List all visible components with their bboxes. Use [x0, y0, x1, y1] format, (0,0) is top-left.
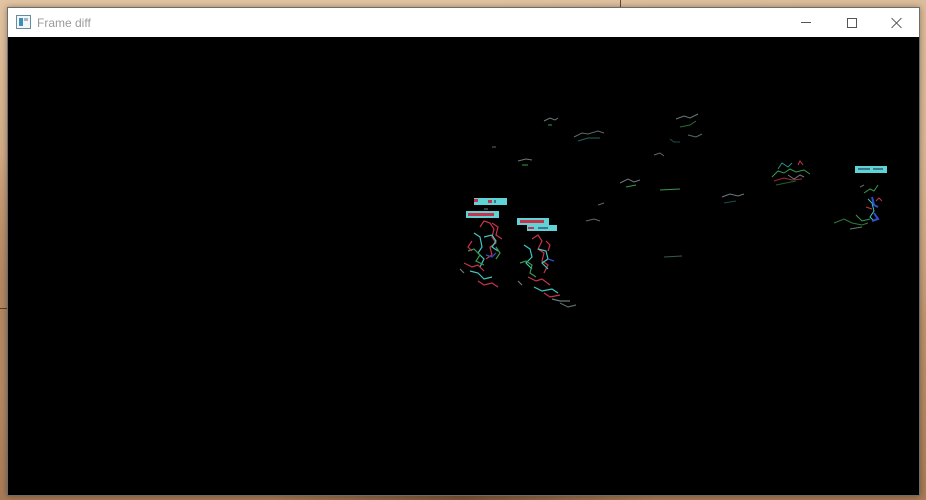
- window-title: Frame diff: [37, 16, 91, 30]
- maximize-icon: [847, 17, 857, 28]
- frame-diff-window: Frame diff: [7, 7, 920, 496]
- diff-cluster-top-right: [771, 160, 811, 186]
- diff-image: [459, 113, 887, 308]
- minimize-icon: [801, 22, 811, 23]
- diff-character-middle: [517, 218, 577, 308]
- close-button[interactable]: [874, 8, 920, 37]
- title-bar[interactable]: Frame diff: [8, 8, 919, 37]
- diff-character-left: [459, 198, 507, 288]
- frame-diff-canvas[interactable]: [8, 37, 919, 495]
- close-icon: [891, 17, 903, 29]
- diff-noise-top: [484, 113, 745, 258]
- maximize-button[interactable]: [829, 8, 875, 37]
- app-window-icon: [16, 15, 31, 29]
- minimize-button[interactable]: [783, 8, 829, 37]
- diff-character-right: [833, 166, 887, 230]
